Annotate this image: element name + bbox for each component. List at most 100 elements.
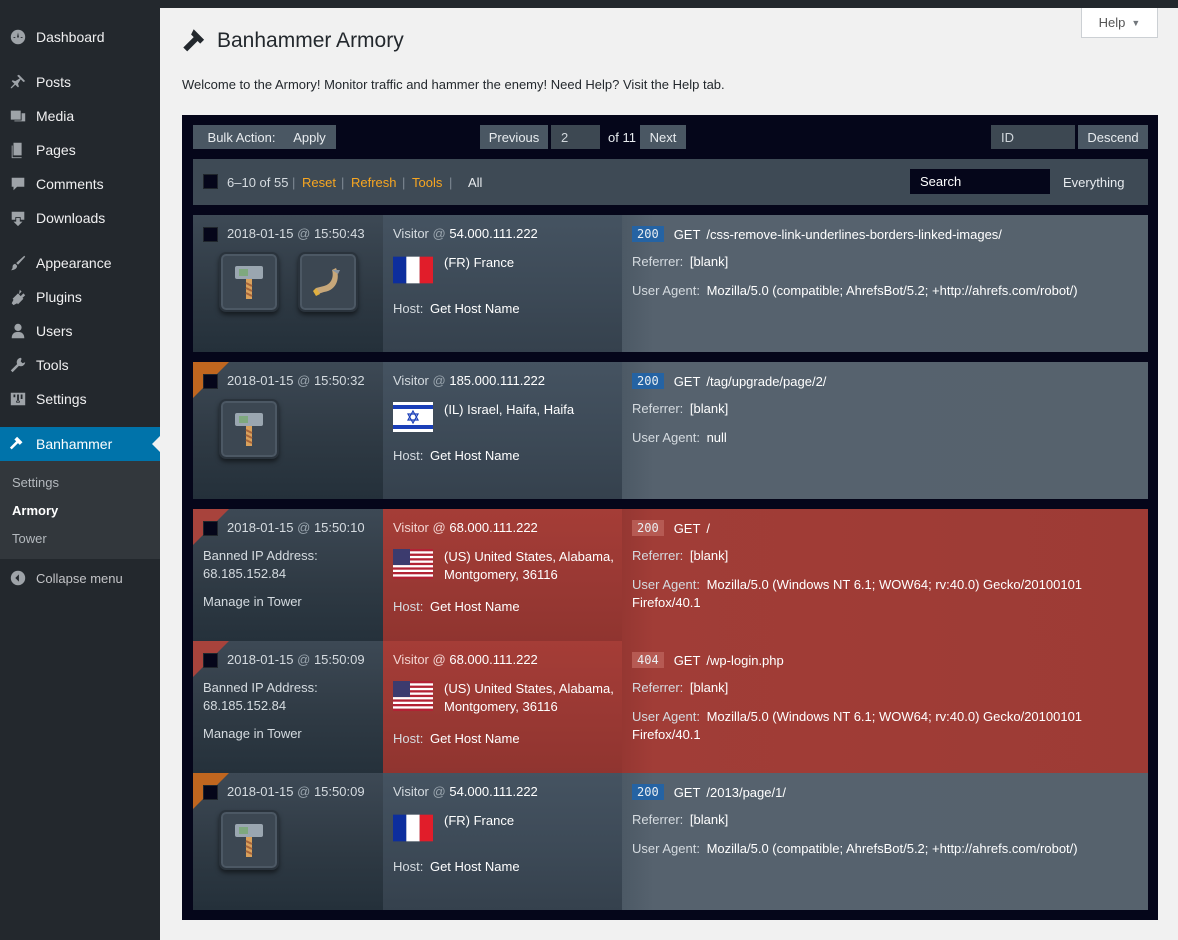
admin-bar	[160, 0, 1178, 8]
timestamp: 2018-01-15 @ 15:50:32	[227, 373, 365, 388]
help-tab-button[interactable]: Help ▼	[1081, 8, 1158, 38]
sidebar-item-banhammer[interactable]: Banhammer	[0, 427, 160, 461]
next-button[interactable]: Next	[640, 125, 686, 149]
log-entry-row-banned: 2018-01-15 @ 15:50:09 Banned IP Address:…	[193, 641, 1148, 778]
armory-panel: Bulk Action: Apply Previous 2 of 11 Next…	[182, 115, 1158, 920]
visitor-info: Visitor @ 68.000.111.222 (US) United Sta…	[383, 509, 622, 646]
sidebar-item-label: Appearance	[36, 255, 112, 271]
referrer-line: Referrer: [blank]	[632, 254, 729, 269]
request-line: 200 GET/2013/page/1/	[632, 784, 786, 800]
visitor-line: Visitor @ 185.000.111.222	[393, 373, 546, 388]
request-info: 200 GET/2013/page/1/ Referrer: [blank] Us…	[622, 773, 1148, 910]
separator: |	[341, 175, 345, 190]
manage-in-tower-link[interactable]: Manage in Tower	[203, 726, 302, 741]
hammer-icon[interactable]	[219, 252, 279, 312]
sidebar-item-media[interactable]: Media	[0, 99, 160, 133]
sidebar-item-pages[interactable]: Pages	[0, 133, 160, 167]
collapse-menu-label: Collapse menu	[36, 570, 123, 586]
hammer-icon[interactable]	[219, 399, 279, 459]
previous-button[interactable]: Previous	[480, 125, 548, 149]
search-scope-select[interactable]: Everything	[1063, 175, 1124, 190]
tools-link[interactable]: Tools	[412, 175, 442, 190]
get-host-name-link[interactable]: Get Host Name	[430, 301, 520, 316]
log-entry-row: 2018-01-15 @ 15:50:09 Visitor @ 54.000.1…	[193, 773, 1148, 910]
visitor-location: (US) United States, Alabama, Montgomery,…	[444, 549, 614, 582]
sidebar-item-users[interactable]: Users	[0, 314, 160, 348]
row-checkbox[interactable]	[203, 374, 218, 389]
host-line: Host: Get Host Name	[393, 448, 520, 463]
apply-button[interactable]: Apply	[283, 125, 336, 149]
get-host-name-link[interactable]: Get Host Name	[430, 859, 520, 874]
row-checkbox[interactable]	[203, 521, 218, 536]
filter-bar: 6–10 of 55 | Reset | Refresh | Tools | A…	[193, 159, 1148, 205]
request-line: 404 GET/wp-login.php	[632, 652, 784, 668]
search-input[interactable]: Search	[910, 169, 1050, 194]
host-line: Host: Get Host Name	[393, 301, 520, 316]
comment-icon	[0, 175, 36, 193]
wrench-icon	[0, 356, 36, 374]
sidebar-item-dashboard[interactable]: Dashboard	[0, 20, 160, 54]
separator: |	[292, 175, 296, 190]
visitor-line: Visitor @ 68.000.111.222	[393, 520, 538, 535]
entry-meta: 2018-01-15 @ 15:50:32	[193, 362, 383, 499]
submenu-item-armory[interactable]: Armory	[12, 503, 58, 518]
entry-meta: 2018-01-15 @ 15:50:09	[193, 773, 383, 910]
hammer-icon	[183, 29, 205, 52]
sort-order-select[interactable]: Descend	[1078, 125, 1148, 149]
sidebar-item-label: Plugins	[36, 289, 82, 305]
sidebar-item-settings[interactable]: Settings	[0, 382, 160, 416]
reset-link[interactable]: Reset	[302, 175, 336, 190]
row-checkbox[interactable]	[203, 227, 218, 242]
row-checkbox[interactable]	[203, 653, 218, 668]
request-url: /2013/page/1/	[706, 784, 786, 800]
request-info: 200 GET/css-remove-link-underlines-border…	[622, 215, 1148, 352]
referrer-line: Referrer: [blank]	[632, 812, 729, 827]
collapse-arrow-icon	[0, 569, 36, 587]
log-entry-row: 2018-01-15 @ 15:50:43 Visitor @ 54.000.1…	[193, 215, 1148, 352]
hammer-icon[interactable]	[219, 810, 279, 870]
entry-meta: 2018-01-15 @ 15:50:43	[193, 215, 383, 352]
submenu-item-settings[interactable]: Settings	[12, 475, 59, 490]
sidebar-item-label: Settings	[36, 391, 87, 407]
sidebar-item-posts[interactable]: Posts	[0, 65, 160, 99]
sidebar-item-label: Banhammer	[36, 436, 113, 452]
active-indicator	[152, 436, 160, 452]
request-url: /tag/upgrade/page/2/	[706, 373, 827, 389]
select-all-checkbox[interactable]	[203, 174, 218, 189]
get-host-name-link[interactable]: Get Host Name	[430, 448, 520, 463]
row-checkbox[interactable]	[203, 785, 218, 800]
log-entry-row: 2018-01-15 @ 15:50:32 Visitor @ 185.000.…	[193, 362, 1148, 499]
collapse-menu-button[interactable]: Collapse menu	[0, 561, 160, 595]
visitor-line: Visitor @ 54.000.111.222	[393, 784, 538, 799]
filter-all[interactable]: All	[468, 175, 482, 190]
bulk-action-select[interactable]: Bulk Action:	[193, 125, 290, 149]
visitor-ip: 54.000.111.222	[449, 784, 538, 799]
help-label: Help	[1098, 15, 1126, 30]
page-header: Banhammer Armory	[182, 28, 404, 54]
sidebar-item-comments[interactable]: Comments	[0, 167, 160, 201]
sidebar-item-label: Media	[36, 108, 75, 124]
refresh-link[interactable]: Refresh	[351, 175, 397, 190]
sidebar-item-label: Pages	[36, 142, 76, 158]
sort-field-select[interactable]: ID	[991, 125, 1075, 149]
horn-icon[interactable]	[298, 252, 358, 312]
page-number-input[interactable]: 2	[551, 125, 600, 149]
sidebar-item-downloads[interactable]: Downloads	[0, 201, 160, 235]
sidebar-item-label: Tools	[36, 357, 69, 373]
get-host-name-link[interactable]: Get Host Name	[430, 731, 520, 746]
banned-ip-label: Banned IP Address:	[203, 680, 318, 695]
visitor-location: (US) United States, Alabama, Montgomery,…	[444, 681, 614, 714]
request-url: /	[706, 520, 711, 536]
sidebar-item-appearance[interactable]: Appearance	[0, 246, 160, 280]
request-url: /wp-login.php	[706, 652, 784, 668]
manage-in-tower-link[interactable]: Manage in Tower	[203, 594, 302, 609]
sidebar-item-plugins[interactable]: Plugins	[0, 280, 160, 314]
visitor-info: Visitor @ 68.000.111.222 (US) United Sta…	[383, 641, 622, 778]
submenu-item-tower[interactable]: Tower	[12, 531, 47, 546]
get-host-name-link[interactable]: Get Host Name	[430, 599, 520, 614]
visitor-line: Visitor @ 54.000.111.222	[393, 226, 538, 241]
sidebar-item-tools[interactable]: Tools	[0, 348, 160, 382]
page-count-text: of 11	[608, 130, 636, 145]
timestamp: 2018-01-15 @ 15:50:10	[227, 520, 365, 535]
banned-ip-value: 68.185.152.84	[203, 698, 287, 713]
